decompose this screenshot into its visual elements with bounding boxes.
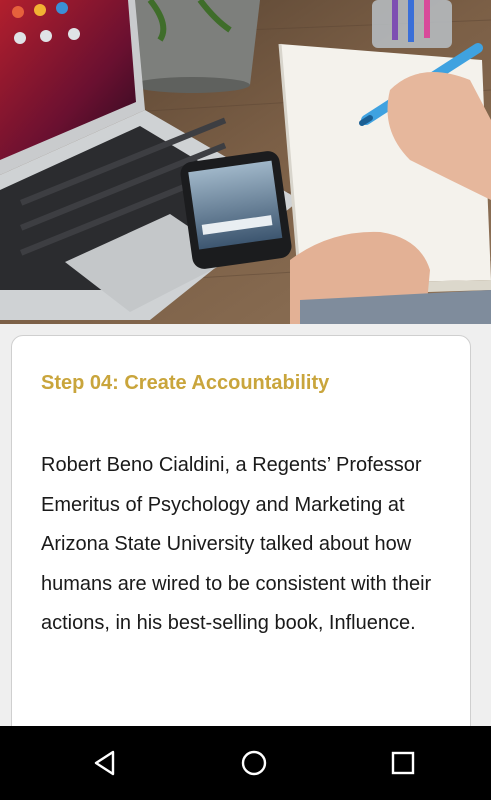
home-button[interactable] xyxy=(234,743,274,783)
recents-button[interactable] xyxy=(383,743,423,783)
pencil-cup-icon xyxy=(372,0,452,48)
back-button[interactable] xyxy=(85,743,125,783)
home-icon xyxy=(241,750,267,776)
recents-icon xyxy=(391,751,415,775)
smartphone-icon xyxy=(180,151,292,269)
app-screen: Step 04: Create Accountability Robert Be… xyxy=(0,0,491,800)
content-card: Step 04: Create Accountability Robert Be… xyxy=(11,335,471,755)
article-body: Robert Beno Cialdini, a Regents’ Profess… xyxy=(41,454,432,634)
hero-image xyxy=(0,0,491,324)
system-nav-bar xyxy=(0,726,491,800)
step-title: Step 04: Create Accountability xyxy=(41,372,330,394)
back-icon xyxy=(94,750,115,776)
